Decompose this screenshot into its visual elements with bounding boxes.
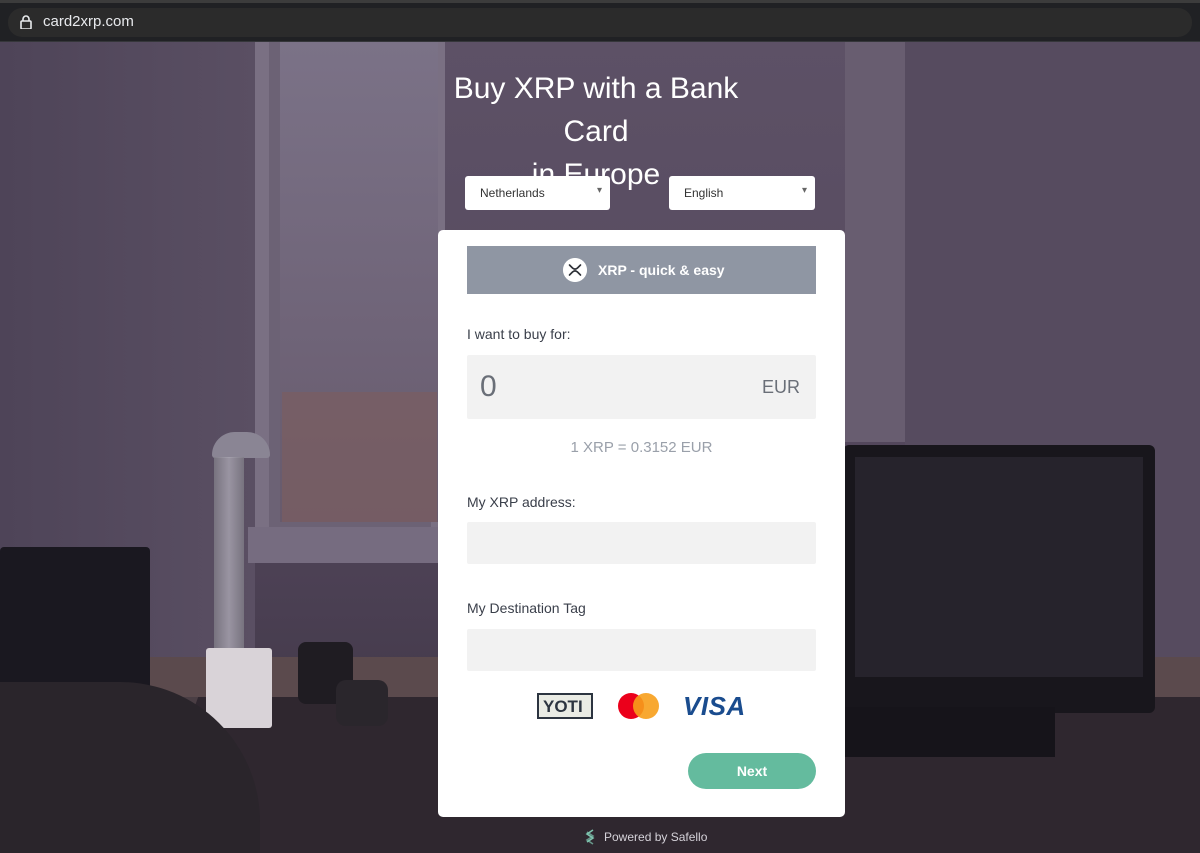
amount-label: I want to buy for: <box>467 326 571 342</box>
mastercard-logo-yellow <box>633 693 659 719</box>
bg-lamp-pole <box>214 457 244 672</box>
xrp-icon <box>563 258 587 282</box>
address-bar[interactable] <box>8 8 1192 37</box>
currency-header-label: XRP - quick & easy <box>598 262 725 278</box>
exchange-rate: 1 XRP = 0.3152 EUR <box>570 439 713 456</box>
country-select[interactable]: Netherlands ▾ <box>465 176 610 210</box>
visa-logo: VISA <box>683 691 746 721</box>
payment-methods: YOTI VISA <box>537 691 747 722</box>
bg-window-sill <box>248 527 448 563</box>
yoti-logo: YOTI <box>537 693 593 719</box>
bg-building <box>282 392 437 522</box>
destination-tag-label: My Destination Tag <box>467 600 586 616</box>
currency-header: XRP - quick & easy <box>467 246 816 294</box>
yoti-logo-text: YOTI <box>543 697 583 716</box>
chevron-down-icon: ▾ <box>596 185 602 196</box>
amount-currency: EUR <box>761 377 800 397</box>
bg-blind <box>845 42 905 442</box>
bg-monitor-screen <box>855 457 1143 677</box>
language-select[interactable]: English ▾ <box>669 176 815 210</box>
bg-mug <box>206 648 272 728</box>
country-select-value: Netherlands <box>480 186 545 200</box>
lock-icon <box>20 15 32 29</box>
browser-toolbar: card2xrp.com <box>0 3 1200 42</box>
chevron-down-icon: ▾ <box>801 185 807 196</box>
bg-camera-lens-small <box>336 680 388 726</box>
safello-icon <box>585 829 595 845</box>
xrp-address-label: My XRP address: <box>467 494 576 510</box>
page-title-line1: Buy XRP with a Bank Card <box>453 72 739 148</box>
bg-keyboard <box>845 707 1055 757</box>
url-text[interactable]: card2xrp.com <box>43 13 134 30</box>
purchase-card: XRP - quick & easy I want to buy for: EU… <box>438 230 845 817</box>
powered-by-text: Powered by Safello <box>604 830 708 844</box>
xrp-address-input[interactable] <box>467 522 816 564</box>
destination-tag-input[interactable] <box>467 629 816 671</box>
language-select-value: English <box>684 186 724 200</box>
next-button[interactable]: Next <box>688 753 816 789</box>
